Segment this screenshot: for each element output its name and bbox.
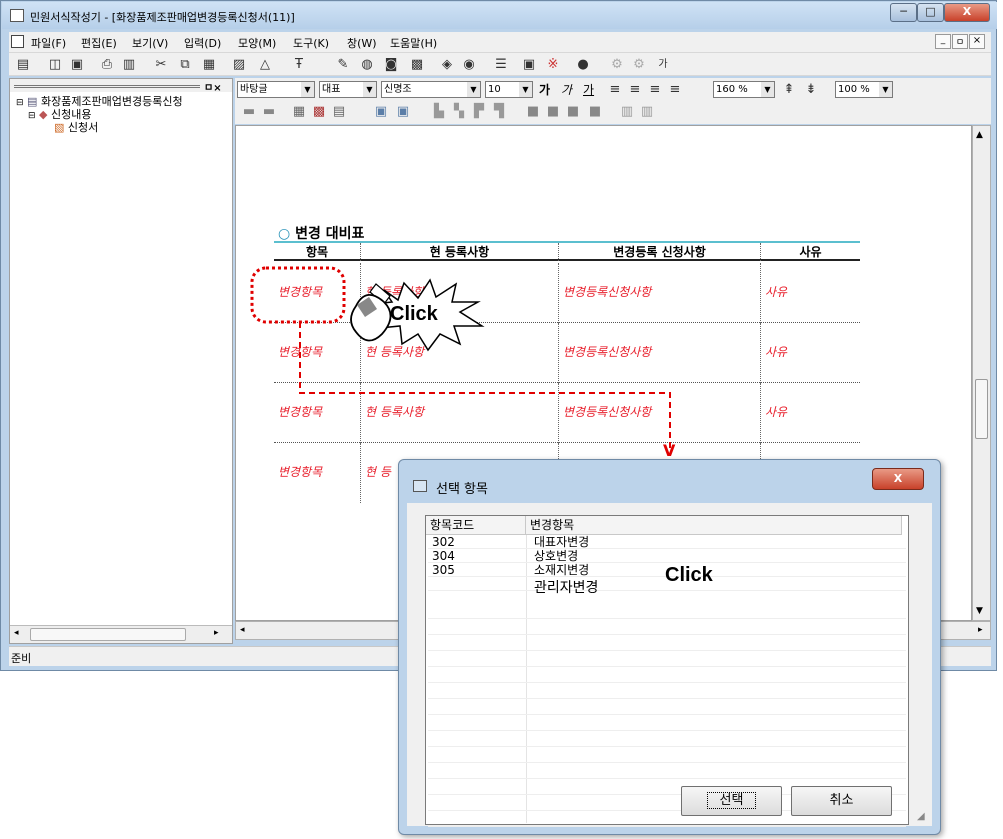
list-item-code: 305 xyxy=(432,563,455,577)
select-item-dialog: 선택 항목 X 항목코드 변경항목 302 대표자변경 304 상호변경 305 소재지변… xyxy=(398,459,941,835)
empty-list-row xyxy=(428,718,906,731)
empty-list-row xyxy=(428,734,906,747)
resize-grip-icon[interactable]: ◢ xyxy=(917,811,925,822)
dialog-title: 선택 항목 xyxy=(436,482,488,497)
arrow-head: V xyxy=(663,441,676,460)
column-header-code[interactable]: 항목코드 xyxy=(426,516,526,535)
empty-list-row xyxy=(428,622,906,635)
connector-arrow-line xyxy=(299,322,671,450)
select-button-label: 선택 xyxy=(706,792,757,809)
empty-list-row xyxy=(428,638,906,651)
list-item-code: 302 xyxy=(432,535,455,549)
column-header-name[interactable]: 변경항목 xyxy=(526,516,902,535)
empty-list-row xyxy=(428,606,906,619)
list-item-name: 관리자변경 xyxy=(534,580,599,596)
list-item-name: 대표자변경 xyxy=(534,535,590,549)
select-button[interactable]: 선택 xyxy=(681,786,782,816)
list-item-name: 소재지변경 xyxy=(534,563,590,577)
click-label-1: Click xyxy=(390,303,438,325)
empty-list-row xyxy=(428,670,906,683)
mouse-icon-1 xyxy=(350,283,392,342)
dialog-body: 항목코드 변경항목 302 대표자변경 304 상호변경 305 소재지변경관리자변경 선… xyxy=(407,503,932,827)
empty-list-row xyxy=(428,686,906,699)
dialog-close-button[interactable]: X xyxy=(872,468,924,490)
list-item[interactable]: 302 대표자변경 xyxy=(428,536,906,549)
cancel-button[interactable]: 취소 xyxy=(791,786,892,816)
dialog-icon xyxy=(413,480,427,492)
list-item-code: 304 xyxy=(432,549,455,563)
highlight-box-1 xyxy=(250,266,346,324)
click-label-2: Click xyxy=(665,564,713,586)
item-list[interactable]: 항목코드 변경항목 302 대표자변경 304 상호변경 305 소재지변경관리자변경 xyxy=(425,515,909,827)
list-item-name: 상호변경 xyxy=(534,549,579,563)
empty-list-row xyxy=(428,750,906,763)
list-item[interactable]: 304 상호변경 xyxy=(428,550,906,563)
empty-list-row xyxy=(428,654,906,667)
empty-list-row xyxy=(428,702,906,715)
empty-list-row xyxy=(428,766,906,779)
